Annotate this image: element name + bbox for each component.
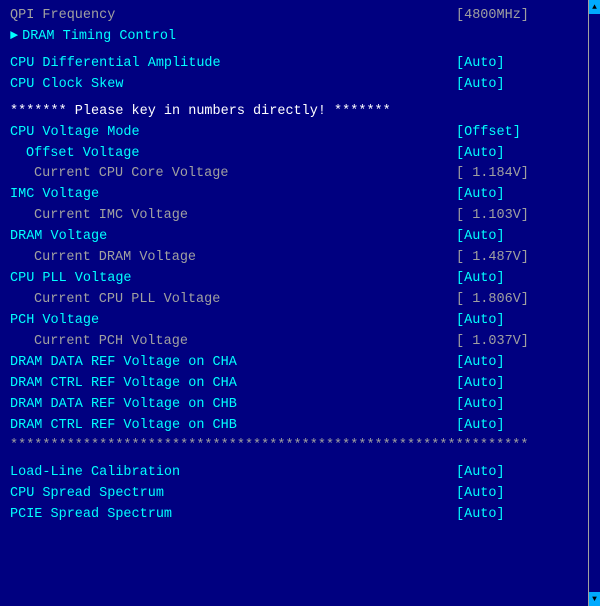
row-curr-cpu-core[interactable]: Current CPU Core Voltage[ 1.184V] xyxy=(10,164,576,185)
settings-list: QPI Frequency[4800MHz]► DRAM Timing Cont… xyxy=(10,6,590,526)
row-separator: ****************************************… xyxy=(10,436,576,457)
scroll-up-button[interactable]: ▲ xyxy=(589,0,600,14)
row-warning: ******* Please key in numbers directly! … xyxy=(10,102,576,123)
row-offset-volt[interactable]: Offset Voltage[Auto] xyxy=(10,144,576,165)
row-label-dram-ctrl-chb: DRAM CTRL REF Voltage on CHB xyxy=(10,416,456,437)
row-cpu-diff-amp[interactable]: CPU Differential Amplitude[Auto] xyxy=(10,54,576,75)
arrow-icon-dram-timing: ► xyxy=(10,27,18,48)
row-pcie-spread[interactable]: PCIE Spread Spectrum[Auto] xyxy=(10,505,576,526)
row-label-cpu-clk-skew: CPU Clock Skew xyxy=(10,75,456,96)
row-value-pch-volt: [Auto] xyxy=(456,311,576,332)
row-label-curr-cpu-core: Current CPU Core Voltage xyxy=(10,164,456,185)
row-dram-ctrl-chb[interactable]: DRAM CTRL REF Voltage on CHB[Auto] xyxy=(10,416,576,437)
row-dram-data-cha[interactable]: DRAM DATA REF Voltage on CHA[Auto] xyxy=(10,353,576,374)
row-cpu-clk-skew[interactable]: CPU Clock Skew[Auto] xyxy=(10,75,576,96)
row-label-curr-dram: Current DRAM Voltage xyxy=(10,248,456,269)
row-label-dram-timing: DRAM Timing Control xyxy=(22,27,576,48)
scroll-thumb xyxy=(589,14,600,592)
row-label-cpu-diff-amp: CPU Differential Amplitude xyxy=(10,54,456,75)
row-load-line[interactable]: Load-Line Calibration[Auto] xyxy=(10,463,576,484)
row-label-warning: ******* Please key in numbers directly! … xyxy=(10,104,391,119)
row-label-curr-imc: Current IMC Voltage xyxy=(10,206,456,227)
row-qpi-freq[interactable]: QPI Frequency[4800MHz] xyxy=(10,6,576,27)
row-curr-pch[interactable]: Current PCH Voltage[ 1.037V] xyxy=(10,332,576,353)
row-value-curr-cpu-pll: [ 1.806V] xyxy=(456,290,576,311)
row-value-dram-volt: [Auto] xyxy=(456,227,576,248)
row-label-imc-volt: IMC Voltage xyxy=(10,185,456,206)
row-value-cpu-pll-volt: [Auto] xyxy=(456,269,576,290)
row-label-pch-volt: PCH Voltage xyxy=(10,311,456,332)
row-value-qpi-freq: [4800MHz] xyxy=(456,6,576,27)
row-cpu-pll-volt[interactable]: CPU PLL Voltage[Auto] xyxy=(10,269,576,290)
row-curr-imc[interactable]: Current IMC Voltage[ 1.103V] xyxy=(10,206,576,227)
row-label-separator: ****************************************… xyxy=(10,438,528,453)
row-label-load-line: Load-Line Calibration xyxy=(10,463,456,484)
row-curr-cpu-pll[interactable]: Current CPU PLL Voltage[ 1.806V] xyxy=(10,290,576,311)
scroll-down-button[interactable]: ▼ xyxy=(589,592,600,606)
row-label-pcie-spread: PCIE Spread Spectrum xyxy=(10,505,456,526)
row-value-curr-cpu-core: [ 1.184V] xyxy=(456,164,576,185)
row-label-curr-pch: Current PCH Voltage xyxy=(10,332,456,353)
row-dram-ctrl-cha[interactable]: DRAM CTRL REF Voltage on CHA[Auto] xyxy=(10,374,576,395)
row-label-cpu-pll-volt: CPU PLL Voltage xyxy=(10,269,456,290)
row-value-cpu-clk-skew: [Auto] xyxy=(456,75,576,96)
row-cpu-volt-mode[interactable]: CPU Voltage Mode[Offset] xyxy=(10,123,576,144)
row-value-dram-data-chb: [Auto] xyxy=(456,395,576,416)
row-curr-dram[interactable]: Current DRAM Voltage[ 1.487V] xyxy=(10,248,576,269)
row-dram-data-chb[interactable]: DRAM DATA REF Voltage on CHB[Auto] xyxy=(10,395,576,416)
row-value-dram-ctrl-chb: [Auto] xyxy=(456,416,576,437)
row-label-offset-volt: Offset Voltage xyxy=(10,144,456,165)
row-value-curr-pch: [ 1.037V] xyxy=(456,332,576,353)
row-pch-volt[interactable]: PCH Voltage[Auto] xyxy=(10,311,576,332)
row-label-qpi-freq: QPI Frequency xyxy=(10,6,456,27)
row-dram-timing[interactable]: ► DRAM Timing Control xyxy=(10,27,576,48)
row-label-dram-volt: DRAM Voltage xyxy=(10,227,456,248)
row-value-dram-ctrl-cha: [Auto] xyxy=(456,374,576,395)
row-label-cpu-volt-mode: CPU Voltage Mode xyxy=(10,123,456,144)
row-label-dram-data-chb: DRAM DATA REF Voltage on CHB xyxy=(10,395,456,416)
row-value-curr-imc: [ 1.103V] xyxy=(456,206,576,227)
row-value-pcie-spread: [Auto] xyxy=(456,505,576,526)
row-value-cpu-volt-mode: [Offset] xyxy=(456,123,576,144)
row-imc-volt[interactable]: IMC Voltage[Auto] xyxy=(10,185,576,206)
row-label-cpu-spread: CPU Spread Spectrum xyxy=(10,484,456,505)
row-value-curr-dram: [ 1.487V] xyxy=(456,248,576,269)
row-label-dram-data-cha: DRAM DATA REF Voltage on CHA xyxy=(10,353,456,374)
row-dram-volt[interactable]: DRAM Voltage[Auto] xyxy=(10,227,576,248)
row-value-cpu-diff-amp: [Auto] xyxy=(456,54,576,75)
bios-screen: QPI Frequency[4800MHz]► DRAM Timing Cont… xyxy=(0,0,600,606)
row-value-load-line: [Auto] xyxy=(456,463,576,484)
row-value-cpu-spread: [Auto] xyxy=(456,484,576,505)
row-value-offset-volt: [Auto] xyxy=(456,144,576,165)
row-cpu-spread[interactable]: CPU Spread Spectrum[Auto] xyxy=(10,484,576,505)
scrollbar[interactable]: ▲ ▼ xyxy=(588,0,600,606)
row-value-imc-volt: [Auto] xyxy=(456,185,576,206)
row-label-dram-ctrl-cha: DRAM CTRL REF Voltage on CHA xyxy=(10,374,456,395)
row-label-curr-cpu-pll: Current CPU PLL Voltage xyxy=(10,290,456,311)
row-value-dram-data-cha: [Auto] xyxy=(456,353,576,374)
